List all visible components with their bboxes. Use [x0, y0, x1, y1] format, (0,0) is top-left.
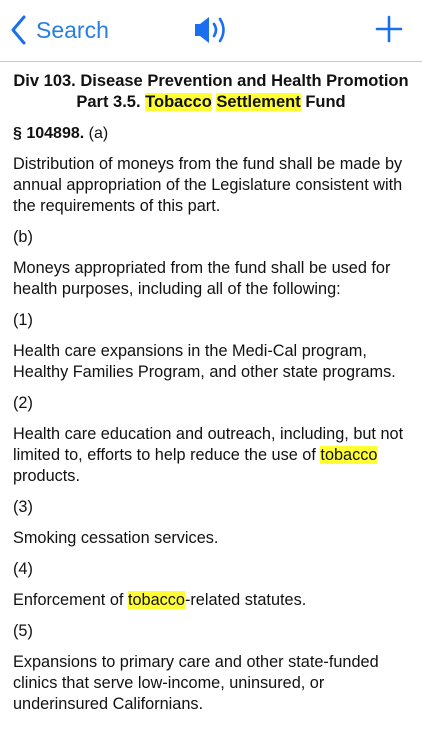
paragraph-5: Expansions to primary care and other sta… [13, 653, 379, 713]
paragraph-4-suffix: -related statutes. [184, 591, 307, 609]
paragraph-4-text: Enforcement of [13, 591, 128, 609]
highlight-tobacco: Tobacco [145, 93, 212, 111]
highlight-tobacco: tobacco [127, 591, 185, 609]
back-label: Search [36, 16, 109, 43]
paragraph-2-suffix: products. [13, 467, 80, 485]
item-3-label: (3) [13, 498, 33, 516]
highlight-settlement: Settlement [216, 93, 301, 111]
highlight-tobacco: tobacco [320, 446, 378, 464]
paragraph-a: Distribution of moneys from the fund sha… [13, 155, 403, 215]
chevron-left-icon [11, 15, 26, 45]
section-number: § 104898. [13, 125, 85, 142]
statute-content: Div 103. Disease Prevention and Health P… [0, 71, 422, 715]
part-prefix: Part 3.5. [76, 93, 146, 111]
add-button[interactable] [374, 14, 404, 44]
paragraph-b: Moneys appropriated from the fund shall … [13, 259, 391, 298]
division-title: Div 103. Disease Prevention and Health P… [13, 72, 409, 90]
paragraph-2: Health care education and outreach, incl… [13, 424, 409, 487]
item-1-label: (1) [13, 311, 33, 329]
item-5-label: (5) [13, 622, 33, 640]
paragraph-4: Enforcement of tobacco-related statutes. [13, 590, 409, 611]
plus-icon [375, 15, 403, 43]
division-heading: Div 103. Disease Prevention and Health P… [13, 71, 409, 113]
item-2-label: (2) [13, 394, 33, 412]
speaker-icon [195, 17, 225, 43]
part-suffix: Fund [300, 93, 346, 111]
subsection-a-label: (a) [84, 125, 109, 142]
navigation-bar: Search [0, 0, 422, 62]
paragraph-3: Smoking cessation services. [13, 529, 219, 547]
subsection-b-label: (b) [13, 228, 33, 246]
paragraph-1: Health care expansions in the Medi-Cal p… [13, 342, 396, 381]
item-4-label: (4) [13, 560, 33, 578]
back-search-button[interactable]: Search [10, 12, 109, 48]
section-number-line: § 104898. (a) [13, 123, 409, 144]
speaker-button[interactable] [190, 12, 234, 48]
part-title: Part 3.5. Tobacco Settlement Fund [13, 92, 409, 113]
